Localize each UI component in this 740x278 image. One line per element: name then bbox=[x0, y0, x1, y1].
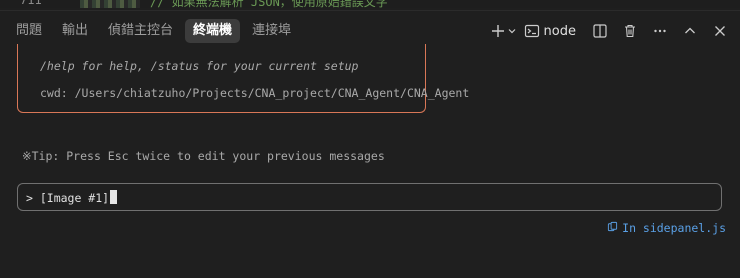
maximize-panel-button[interactable] bbox=[676, 19, 704, 43]
prompt-line[interactable]: > [Image #1] bbox=[26, 190, 118, 205]
more-icon bbox=[652, 23, 668, 39]
prompt-input-box[interactable]: > [Image #1] bbox=[17, 183, 722, 211]
plus-icon bbox=[490, 23, 506, 39]
tip-line: ※Tip: Press Esc twice to edit your previ… bbox=[22, 149, 385, 163]
cwd-line: cwd: /Users/chiatzuho/Projects/CNA_proje… bbox=[40, 86, 470, 100]
line-number: 711 bbox=[20, 0, 42, 7]
tab-debug-console[interactable]: 偵錯主控台 bbox=[100, 19, 181, 43]
prompt-text: > [Image #1] bbox=[26, 191, 110, 205]
text-cursor bbox=[110, 190, 118, 204]
welcome-box: /help for help, /status for your current… bbox=[17, 44, 469, 113]
split-icon bbox=[592, 23, 608, 39]
terminal-selector[interactable]: node bbox=[522, 19, 584, 43]
terminal-icon bbox=[524, 23, 540, 39]
file-reference[interactable]: In sidepanel.js bbox=[607, 221, 726, 235]
split-terminal-button[interactable] bbox=[586, 19, 614, 43]
tab-ports[interactable]: 連接埠 bbox=[244, 19, 299, 43]
minimap bbox=[80, 0, 140, 8]
panel-tabs: 問題 輸出 偵錯主控台 終端機 連接埠 bbox=[8, 19, 299, 43]
close-panel-button[interactable] bbox=[706, 19, 734, 43]
editor-strip: 711 // 如果無法解析 JSON，使用原始錯誤文字 bbox=[0, 0, 740, 8]
tab-problems[interactable]: 問題 bbox=[8, 19, 50, 43]
close-icon bbox=[712, 23, 728, 39]
tab-output[interactable]: 輸出 bbox=[54, 19, 96, 43]
file-ref-label: In sidepanel.js bbox=[622, 221, 726, 235]
tab-terminal[interactable]: 終端機 bbox=[185, 19, 241, 43]
terminal-name: node bbox=[543, 23, 576, 39]
help-line: /help for help, /status for your current… bbox=[40, 59, 359, 73]
new-terminal-button[interactable] bbox=[488, 19, 520, 43]
more-actions-button[interactable] bbox=[646, 19, 674, 43]
chevron-up-icon bbox=[682, 23, 698, 39]
trash-icon bbox=[622, 23, 638, 39]
file-link-icon bbox=[607, 221, 618, 235]
panel-actions: node bbox=[488, 19, 734, 43]
kill-terminal-button[interactable] bbox=[616, 19, 644, 43]
terminal-output[interactable]: /help for help, /status for your current… bbox=[0, 44, 740, 278]
code-comment: // 如果無法解析 JSON，使用原始錯誤文字 bbox=[150, 0, 388, 8]
chevron-down-icon[interactable] bbox=[506, 25, 518, 37]
